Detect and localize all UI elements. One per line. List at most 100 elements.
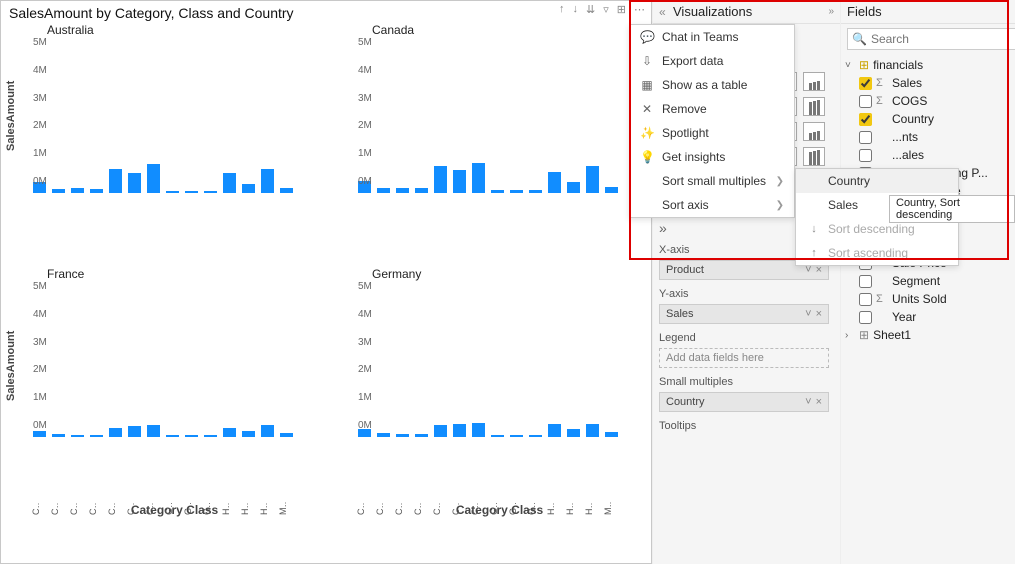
pill-remove-icon[interactable]: ×: [816, 308, 822, 320]
bar[interactable]: [166, 435, 179, 437]
field-checkbox[interactable]: [859, 131, 872, 144]
bar[interactable]: [472, 423, 485, 437]
y-axis-field-pill[interactable]: Sales ˅×: [659, 304, 829, 324]
expand-icon[interactable]: ˅: [845, 60, 855, 71]
menu-item[interactable]: Sort axis❯: [630, 193, 794, 217]
field-checkbox[interactable]: [859, 113, 872, 126]
menu-item[interactable]: 💡Get insights: [630, 145, 794, 169]
expand-down-icon[interactable]: ⇊: [586, 3, 597, 16]
bar[interactable]: [109, 428, 122, 437]
pill-remove-icon[interactable]: ×: [816, 396, 822, 408]
bar[interactable]: [242, 184, 255, 193]
submenu-item[interactable]: Country: [796, 169, 958, 193]
viz-type-icon[interactable]: [803, 97, 825, 116]
table-row[interactable]: ›⊞Sheet1: [845, 326, 1015, 344]
bar[interactable]: [377, 188, 390, 193]
expand-icon[interactable]: ›: [845, 330, 855, 341]
bar[interactable]: [586, 424, 599, 437]
field-checkbox[interactable]: [859, 95, 872, 108]
field-row[interactable]: Segment: [845, 272, 1015, 290]
bar[interactable]: [586, 166, 599, 193]
bar[interactable]: [90, 435, 103, 437]
viz-type-icon[interactable]: [803, 72, 825, 91]
pill-menu-icon[interactable]: ˅: [805, 308, 811, 320]
menu-item[interactable]: ▦Show as a table: [630, 73, 794, 97]
bar[interactable]: [128, 173, 141, 193]
menu-item[interactable]: 💬Chat in Teams: [630, 25, 794, 49]
bar[interactable]: [434, 166, 447, 193]
small-multiples-field-pill[interactable]: Country ˅×: [659, 392, 829, 412]
more-icon[interactable]: ⋯: [634, 3, 647, 16]
menu-item[interactable]: ⇩Export data: [630, 49, 794, 73]
bar[interactable]: [280, 188, 293, 193]
field-row[interactable]: ...ales: [845, 146, 1015, 164]
bar[interactable]: [204, 435, 217, 437]
bar[interactable]: [128, 426, 141, 437]
field-checkbox[interactable]: [859, 149, 872, 162]
bar[interactable]: [529, 435, 542, 437]
bar[interactable]: [491, 435, 504, 437]
legend-dropzone[interactable]: Add data fields here: [659, 348, 829, 368]
bar[interactable]: [280, 433, 293, 437]
bar[interactable]: [377, 433, 390, 437]
bar[interactable]: [90, 189, 103, 193]
bar[interactable]: [185, 191, 198, 193]
bar[interactable]: [166, 191, 179, 193]
bar[interactable]: [472, 163, 485, 193]
bar[interactable]: [567, 429, 580, 437]
menu-item[interactable]: ✕Remove: [630, 97, 794, 121]
bar[interactable]: [242, 431, 255, 437]
field-row[interactable]: Year: [845, 308, 1015, 326]
field-row[interactable]: ...nts: [845, 128, 1015, 146]
chevron-right-icon[interactable]: »: [828, 6, 834, 17]
bar[interactable]: [71, 188, 84, 193]
drill-down-icon[interactable]: ↓: [573, 3, 581, 16]
bar[interactable]: [453, 170, 466, 193]
field-checkbox[interactable]: [859, 311, 872, 324]
bar[interactable]: [529, 190, 542, 193]
bar[interactable]: [71, 435, 84, 437]
bar[interactable]: [491, 190, 504, 193]
bar[interactable]: [396, 188, 409, 193]
chart-visual[interactable]: SalesAmount by Category, Class and Count…: [0, 0, 652, 564]
bar[interactable]: [185, 435, 198, 437]
bar[interactable]: [605, 187, 618, 193]
bar[interactable]: [261, 169, 274, 193]
bar[interactable]: [147, 164, 160, 193]
search-input[interactable]: [871, 32, 1015, 46]
bar[interactable]: [261, 425, 274, 437]
bar[interactable]: [434, 425, 447, 437]
menu-item[interactable]: Sort small multiples❯: [630, 169, 794, 193]
bar[interactable]: [548, 172, 561, 193]
bar[interactable]: [147, 425, 160, 437]
bar[interactable]: [396, 434, 409, 437]
viz-type-icon[interactable]: [803, 147, 825, 166]
bar[interactable]: [567, 182, 580, 193]
bar[interactable]: [223, 428, 236, 437]
fields-search[interactable]: 🔍: [847, 28, 1015, 50]
filter-icon[interactable]: ▿: [603, 3, 611, 16]
bar[interactable]: [204, 191, 217, 193]
collapse-icon[interactable]: «: [659, 5, 673, 19]
field-checkbox[interactable]: [859, 293, 872, 306]
bar[interactable]: [415, 188, 428, 193]
focus-icon[interactable]: ⊞: [617, 3, 628, 16]
bar[interactable]: [223, 173, 236, 193]
bar[interactable]: [605, 432, 618, 437]
bar[interactable]: [415, 434, 428, 437]
bar[interactable]: [510, 190, 523, 193]
bar[interactable]: [510, 435, 523, 437]
field-row[interactable]: ΣUnits Sold: [845, 290, 1015, 308]
drill-up-icon[interactable]: ↑: [559, 3, 567, 16]
bar[interactable]: [548, 424, 561, 437]
pill-menu-icon[interactable]: ˅: [805, 396, 811, 408]
table-row[interactable]: ˅⊞financials: [845, 56, 1015, 74]
viz-type-icon[interactable]: [803, 122, 825, 141]
bar[interactable]: [453, 424, 466, 437]
bar[interactable]: [52, 434, 65, 437]
field-checkbox[interactable]: [859, 275, 872, 288]
field-row[interactable]: ΣSales: [845, 74, 1015, 92]
bar[interactable]: [109, 169, 122, 193]
field-row[interactable]: ΣCOGS: [845, 92, 1015, 110]
bar[interactable]: [52, 189, 65, 193]
